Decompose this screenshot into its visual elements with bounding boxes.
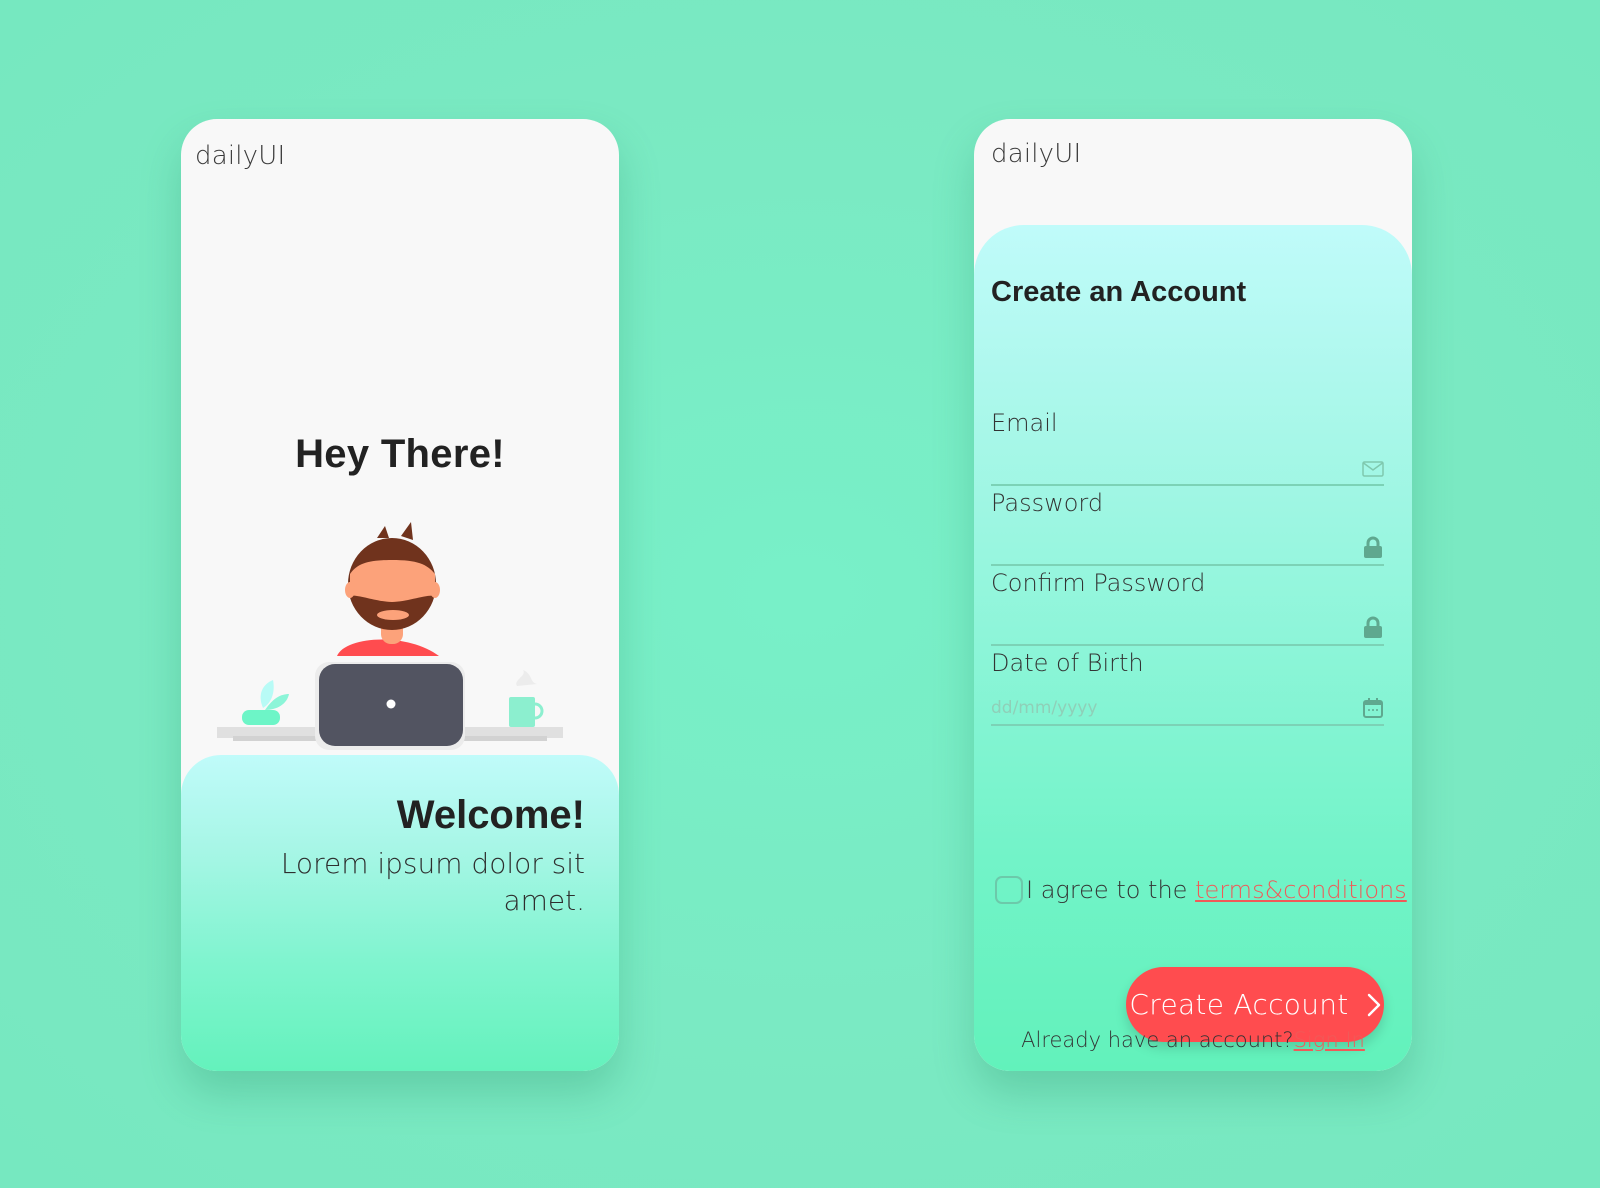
date-of-birth-label: Date of Birth [991, 649, 1144, 677]
greeting-heading: Hey There! [295, 432, 505, 476]
create-account-label: Create Account [1129, 988, 1349, 1021]
brand-logo: dailyUI [195, 141, 286, 171]
email-field: Email [991, 409, 1384, 489]
confirm-password-underline [991, 644, 1384, 646]
email-underline [991, 484, 1384, 486]
terms-agree-text: I agree to the [1026, 876, 1196, 904]
welcome-screen: dailyUI Hey There! Welcome! Lorem ipsum … [181, 119, 619, 1071]
sign-in-link[interactable]: Sign In [1294, 1028, 1365, 1052]
terms-checkbox[interactable] [995, 876, 1023, 904]
terms-agreement: I agree to the terms&conditions [991, 873, 1407, 907]
lock-icon [1364, 616, 1382, 638]
confirm-password-input[interactable] [991, 615, 1351, 641]
mail-icon [1362, 461, 1384, 477]
signup-screen: dailyUI Create an Account Email Password… [974, 119, 1412, 1071]
welcome-title: Welcome! [396, 793, 585, 837]
lock-icon [1364, 536, 1382, 558]
terms-conditions-link[interactable]: terms&conditions [1195, 876, 1407, 904]
head-shape [345, 522, 440, 630]
confirm-password-field: Confirm Password [991, 569, 1384, 649]
email-label: Email [991, 409, 1058, 437]
confirm-password-label: Confirm Password [991, 569, 1206, 597]
welcome-subtitle: Lorem ipsum dolor sit amet. [280, 847, 585, 917]
password-field: Password [991, 489, 1384, 569]
chevron-right-icon [1367, 993, 1380, 1016]
brand-logo: dailyUI [991, 139, 1082, 169]
email-input[interactable] [991, 455, 1351, 481]
laptop-logo-shape [386, 699, 396, 709]
signup-panel: Create an Account Email Password Confirm… [974, 225, 1412, 1071]
password-label: Password [991, 489, 1104, 517]
signin-prompt: Already have an account?Sign In [974, 1028, 1412, 1052]
date-of-birth-input[interactable] [991, 695, 1351, 721]
password-underline [991, 564, 1384, 566]
calendar-icon[interactable] [1362, 695, 1384, 719]
welcome-panel: Welcome! Lorem ipsum dolor sit amet. Get… [181, 755, 619, 1071]
date-of-birth-underline [991, 724, 1384, 726]
signin-prompt-text: Already have an account? [1021, 1028, 1294, 1052]
signup-title: Create an Account [991, 276, 1247, 308]
password-input[interactable] [991, 535, 1351, 561]
mug-icon [509, 670, 544, 727]
date-of-birth-field: Date of Birth [991, 649, 1384, 729]
plant-icon [242, 680, 289, 725]
